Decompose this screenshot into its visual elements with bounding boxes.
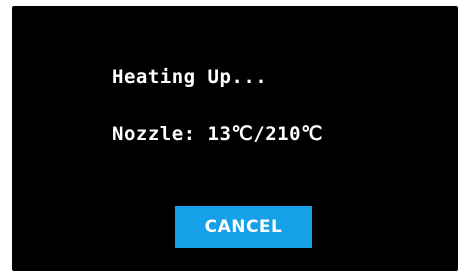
current-temp-unit: ℃ <box>231 123 254 145</box>
nozzle-temperature-readout: Nozzle: 13℃/210℃ <box>112 123 323 145</box>
cancel-button-label: CANCEL <box>204 217 283 237</box>
nozzle-label: Nozzle: <box>112 123 196 145</box>
nozzle-current-temp: 13 <box>207 123 232 145</box>
nozzle-target-temp: 210 <box>265 123 302 145</box>
heating-dialog: Heating Up... Nozzle: 13℃/210℃ CANCEL <box>12 6 458 271</box>
target-temp-unit: ℃ <box>301 123 323 145</box>
cancel-button[interactable]: CANCEL <box>175 206 312 248</box>
heating-status-heading: Heating Up... <box>112 66 268 88</box>
